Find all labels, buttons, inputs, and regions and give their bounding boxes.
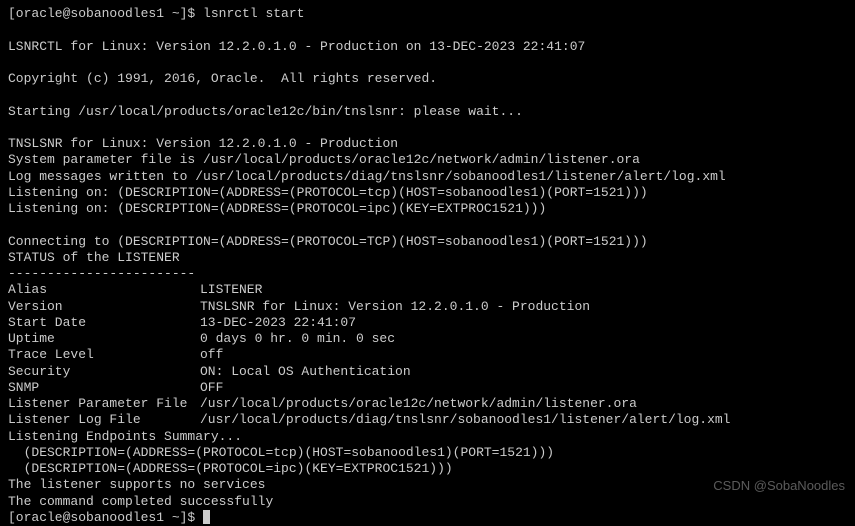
blank-line (8, 87, 847, 103)
listening-ipc-line: Listening on: (DESCRIPTION=(ADDRESS=(PRO… (8, 201, 847, 217)
connecting-line: Connecting to (DESCRIPTION=(ADDRESS=(PRO… (8, 234, 847, 250)
kv-key: Start Date (8, 315, 200, 331)
blank-line (8, 55, 847, 71)
status-snmp: SNMPOFF (8, 380, 847, 396)
kv-value: 13-DEC-2023 22:41:07 (200, 315, 356, 331)
blank-line (8, 120, 847, 136)
kv-key: Listener Log File (8, 412, 200, 428)
status-logfile: Listener Log File/usr/local/products/dia… (8, 412, 847, 428)
kv-key: Trace Level (8, 347, 200, 363)
status-trace: Trace Leveloff (8, 347, 847, 363)
copyright-line: Copyright (c) 1991, 2016, Oracle. All ri… (8, 71, 847, 87)
status-uptime: Uptime0 days 0 hr. 0 min. 0 sec (8, 331, 847, 347)
prompt-line-2: [oracle@sobanoodles1 ~]$ (8, 510, 847, 526)
log-messages-line: Log messages written to /usr/local/produ… (8, 169, 847, 185)
listening-tcp-line: Listening on: (DESCRIPTION=(ADDRESS=(PRO… (8, 185, 847, 201)
blank-line (8, 217, 847, 233)
status-alias: AliasLISTENER (8, 282, 847, 298)
kv-value: 0 days 0 hr. 0 min. 0 sec (200, 331, 395, 347)
kv-value: /usr/local/products/diag/tnslsnr/sobanoo… (200, 412, 731, 428)
kv-value: off (200, 347, 223, 363)
kv-key: Alias (8, 282, 200, 298)
lsnrctl-banner: LSNRCTL for Linux: Version 12.2.0.1.0 - … (8, 39, 847, 55)
status-startdate: Start Date13-DEC-2023 22:41:07 (8, 315, 847, 331)
endpoints-header: Listening Endpoints Summary... (8, 429, 847, 445)
kv-value: /usr/local/products/oracle12c/network/ad… (200, 396, 637, 412)
kv-key: Listener Parameter File (8, 396, 200, 412)
starting-line: Starting /usr/local/products/oracle12c/b… (8, 104, 847, 120)
kv-value: LISTENER (200, 282, 262, 298)
footer-success: The command completed successfully (8, 494, 847, 510)
watermark: CSDN @SobaNoodles (713, 478, 845, 494)
blank-line (8, 22, 847, 38)
status-security: SecurityON: Local OS Authentication (8, 364, 847, 380)
shell-prompt: [oracle@sobanoodles1 ~]$ (8, 510, 203, 526)
kv-value: OFF (200, 380, 223, 396)
kv-key: SNMP (8, 380, 200, 396)
tns-version-line: TNSLSNR for Linux: Version 12.2.0.1.0 - … (8, 136, 847, 152)
endpoint-ipc: (DESCRIPTION=(ADDRESS=(PROTOCOL=ipc)(KEY… (8, 461, 847, 477)
kv-key: Uptime (8, 331, 200, 347)
status-paramfile: Listener Parameter File/usr/local/produc… (8, 396, 847, 412)
status-version: VersionTNSLSNR for Linux: Version 12.2.0… (8, 299, 847, 315)
kv-key: Version (8, 299, 200, 315)
status-header: STATUS of the LISTENER (8, 250, 847, 266)
status-separator: ------------------------ (8, 266, 847, 282)
prompt-line-1: [oracle@sobanoodles1 ~]$ lsnrctl start (8, 6, 847, 22)
system-param-line: System parameter file is /usr/local/prod… (8, 152, 847, 168)
typed-command[interactable]: lsnrctl start (203, 6, 304, 22)
kv-value: ON: Local OS Authentication (200, 364, 411, 380)
kv-value: TNSLSNR for Linux: Version 12.2.0.1.0 - … (200, 299, 590, 315)
shell-prompt: [oracle@sobanoodles1 ~]$ (8, 6, 203, 22)
cursor-icon[interactable] (203, 510, 210, 524)
endpoint-tcp: (DESCRIPTION=(ADDRESS=(PROTOCOL=tcp)(HOS… (8, 445, 847, 461)
kv-key: Security (8, 364, 200, 380)
